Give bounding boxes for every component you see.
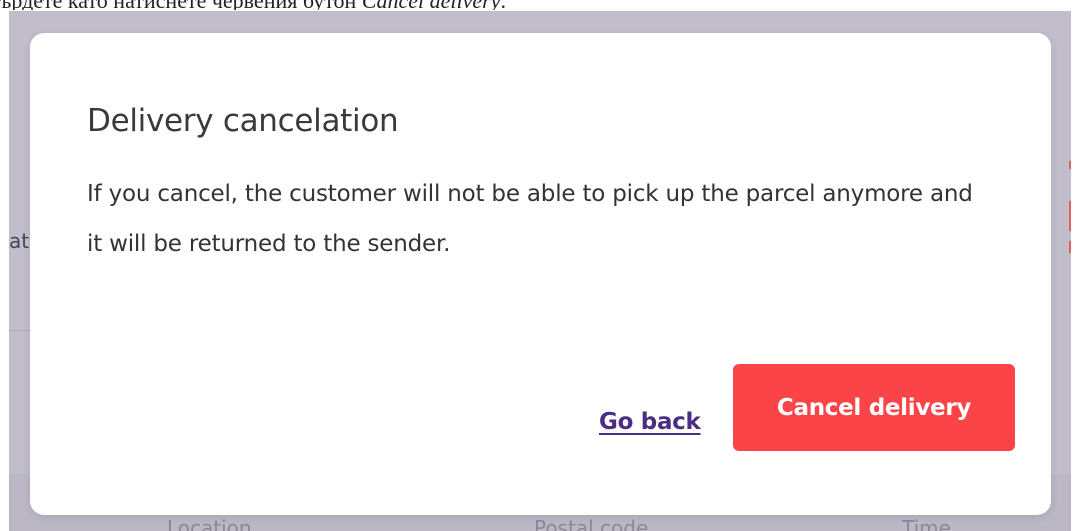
background-text-fragment: at: [9, 229, 30, 253]
caption-emphasis: Cancel delivery: [362, 0, 501, 10]
caption-end: .: [500, 0, 506, 10]
dialog-message: If you cancel, the customer will not be …: [87, 181, 973, 257]
delivery-cancelation-dialog: Delivery cancelation If you cancel, the …: [30, 33, 1051, 515]
background-column-postal-code: Postal code: [534, 516, 649, 531]
screenshot-frame: at Location Postal code Time Delivery ca…: [9, 11, 1071, 531]
background-accent-mark: [1069, 241, 1071, 253]
caption-text: ърдете като натиснете червения бутон: [0, 0, 362, 10]
cancel-delivery-button[interactable]: Cancel delivery: [733, 364, 1015, 451]
document-caption: ърдете като натиснете червения бутон Can…: [0, 0, 1073, 10]
background-accent-mark: [1069, 161, 1071, 169]
go-back-link[interactable]: Go back: [599, 409, 701, 435]
background-column-time: Time: [902, 516, 951, 531]
background-accent-mark: [1069, 201, 1071, 231]
background-column-location: Location: [167, 516, 252, 531]
dialog-title: Delivery cancelation: [87, 103, 399, 139]
